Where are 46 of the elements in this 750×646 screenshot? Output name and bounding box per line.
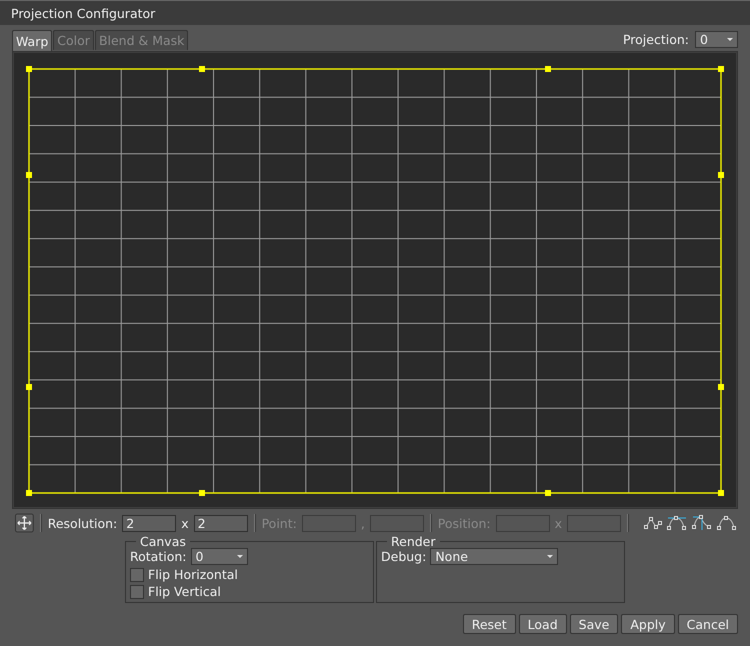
linear-curve-icon[interactable] [643,515,663,531]
dialog-button[interactable]: Apply [621,614,675,634]
control-point[interactable] [718,384,724,390]
move-icon[interactable] [15,513,34,533]
checkbox[interactable] [130,584,144,598]
separator-label: , [360,516,365,530]
window-title: Projection Configurator [11,6,156,20]
group-title: Canvas [139,535,187,548]
caret-icon [236,555,242,558]
dialog-button[interactable]: Load [518,614,567,634]
debug-label: Debug: [381,549,426,564]
rotation-dropdown[interactable]: 0 [190,548,248,565]
checkbox[interactable] [130,568,144,582]
control-point[interactable] [545,490,551,496]
rotation-label: Rotation: [130,549,186,564]
checkbox-label: Flip Horizontal [148,567,238,582]
caret-icon [727,38,733,41]
input-field[interactable]: 2 [194,514,248,532]
control-point[interactable] [718,172,724,178]
dialog-button[interactable]: Save [570,614,618,634]
control-point[interactable] [718,490,724,496]
control-point[interactable] [26,490,32,496]
debug-dropdown[interactable]: None [430,548,558,565]
separator-label: x [181,516,189,530]
tab[interactable]: Blend & Mask [94,30,188,50]
field-label: Resolution: [48,516,118,530]
bezier-tangent-icon[interactable] [691,514,713,532]
bezier-handles-icon[interactable] [666,515,688,531]
control-point[interactable] [26,384,32,390]
tab[interactable]: Warp [12,30,52,51]
input-field[interactable]: 2 [122,514,176,532]
control-point[interactable] [718,66,724,72]
control-point[interactable] [26,66,32,72]
projection-dropdown[interactable]: 0 [695,31,738,48]
control-point[interactable] [26,172,32,178]
dialog-button[interactable]: Reset [462,614,516,634]
control-point[interactable] [199,490,205,496]
dialog-button[interactable]: Cancel [678,614,738,634]
tab[interactable]: Color [53,30,94,50]
curve-icon[interactable] [716,515,738,531]
projection-label: Projection: [622,32,689,47]
checkbox-label: Flip Vertical [148,584,221,599]
control-point[interactable] [199,66,205,72]
control-point[interactable] [545,66,551,72]
caret-icon [547,555,554,558]
group-title: Render [390,535,437,548]
